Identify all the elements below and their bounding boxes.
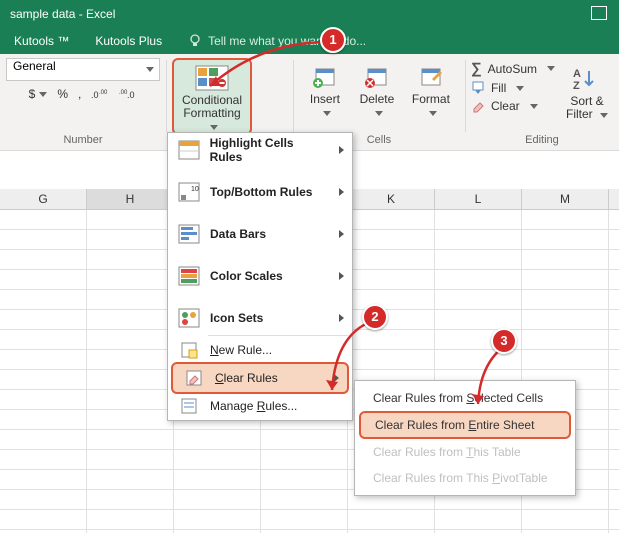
icon-sets-icon — [174, 306, 204, 330]
column-header-H[interactable]: H — [87, 189, 174, 209]
clear-rules-submenu: Clear Rules from Selected Cells Clear Ru… — [354, 380, 576, 496]
delete-icon — [360, 63, 394, 91]
clear-rules-this-table: Clear Rules from This Table — [355, 439, 575, 465]
decrease-decimal-button[interactable]: .00.0 — [119, 87, 137, 101]
menu-new-rule[interactable]: New Rule... — [168, 338, 352, 362]
tab-kutools[interactable]: Kutools ™ — [14, 28, 69, 54]
tab-kutools-plus[interactable]: Kutools Plus — [95, 28, 162, 54]
autosum-button[interactable]: ∑AutoSum — [471, 60, 555, 77]
menu-highlight-cells-rules[interactable]: Highlight Cells Rules — [168, 135, 352, 165]
percent-button[interactable]: % — [57, 87, 68, 101]
fill-button[interactable]: Fill — [471, 81, 555, 95]
increase-decimal-button[interactable]: .0.00 — [91, 87, 109, 101]
annotation-badge-3: 3 — [491, 328, 517, 354]
svg-text:.00: .00 — [99, 90, 108, 96]
titlebar: sample data - Excel — [0, 0, 619, 28]
tab-strip: Kutools ™ Kutools Plus Tell me what you … — [0, 28, 619, 54]
annotation-badge-1: 1 — [320, 27, 346, 53]
svg-text:Z: Z — [573, 80, 580, 91]
group-label-cells: Cells — [367, 134, 391, 146]
highlight-rules-icon — [174, 138, 204, 162]
menu-color-scales[interactable]: Color Scales — [168, 261, 352, 291]
format-icon — [414, 63, 448, 91]
fill-down-icon — [471, 81, 485, 95]
clear-rules-this-pivot: Clear Rules from This PivotTable — [355, 465, 575, 491]
format-button[interactable]: Format — [403, 58, 459, 120]
clear-button[interactable]: Clear — [471, 99, 555, 113]
menu-manage-rules[interactable]: Manage Rules... — [168, 394, 352, 418]
lightbulb-icon — [188, 34, 202, 48]
new-rule-icon — [174, 338, 204, 362]
menu-top-bottom-rules[interactable]: 10 Top/Bottom Rules — [168, 177, 352, 207]
annotation-badge-2: 2 — [362, 304, 388, 330]
window-title: sample data - Excel — [10, 7, 115, 21]
currency-button[interactable]: $ — [29, 87, 48, 101]
data-bars-icon — [174, 222, 204, 246]
menu-icon-sets[interactable]: Icon Sets — [168, 303, 352, 333]
column-header-L[interactable]: L — [435, 189, 522, 209]
insert-button[interactable]: Insert — [299, 58, 351, 120]
clear-rules-selected-cells[interactable]: Clear Rules from Selected Cells — [355, 385, 575, 411]
delete-button[interactable]: Delete — [351, 58, 403, 120]
menu-clear-rules[interactable]: Clear Rules — [171, 362, 349, 394]
grid-row[interactable] — [0, 510, 619, 530]
conditional-formatting-menu: Highlight Cells Rules 10 Top/Bottom Rule… — [167, 132, 353, 421]
number-format-select[interactable]: General — [6, 58, 160, 81]
conditional-formatting-icon — [195, 64, 229, 92]
svg-text:.0: .0 — [91, 90, 99, 100]
manage-rules-icon — [174, 394, 204, 418]
group-label-editing: Editing — [525, 134, 559, 146]
column-header-M[interactable]: M — [522, 189, 609, 209]
clear-rules-entire-sheet[interactable]: Clear Rules from Entire Sheet — [359, 411, 571, 439]
number-format-value: General — [13, 59, 56, 73]
svg-text:10: 10 — [191, 186, 199, 193]
group-label-number: Number — [63, 134, 102, 146]
menu-data-bars[interactable]: Data Bars — [168, 219, 352, 249]
column-header-K[interactable]: K — [348, 189, 435, 209]
insert-icon — [308, 63, 342, 91]
eraser-icon — [471, 99, 485, 113]
comma-button[interactable]: , — [78, 87, 81, 101]
clear-rules-icon — [179, 366, 209, 390]
sort-filter-icon: AZ — [570, 65, 604, 93]
color-scales-icon — [174, 264, 204, 288]
conditional-formatting-button[interactable]: ConditionalFormatting — [172, 58, 252, 135]
top-bottom-icon: 10 — [174, 180, 204, 204]
svg-text:.0: .0 — [127, 90, 135, 100]
window-maximize-icon[interactable] — [591, 6, 607, 20]
column-header-G[interactable]: G — [0, 189, 87, 209]
svg-text:A: A — [573, 68, 581, 80]
sort-filter-button[interactable]: AZ Sort &Filter — [561, 60, 613, 122]
